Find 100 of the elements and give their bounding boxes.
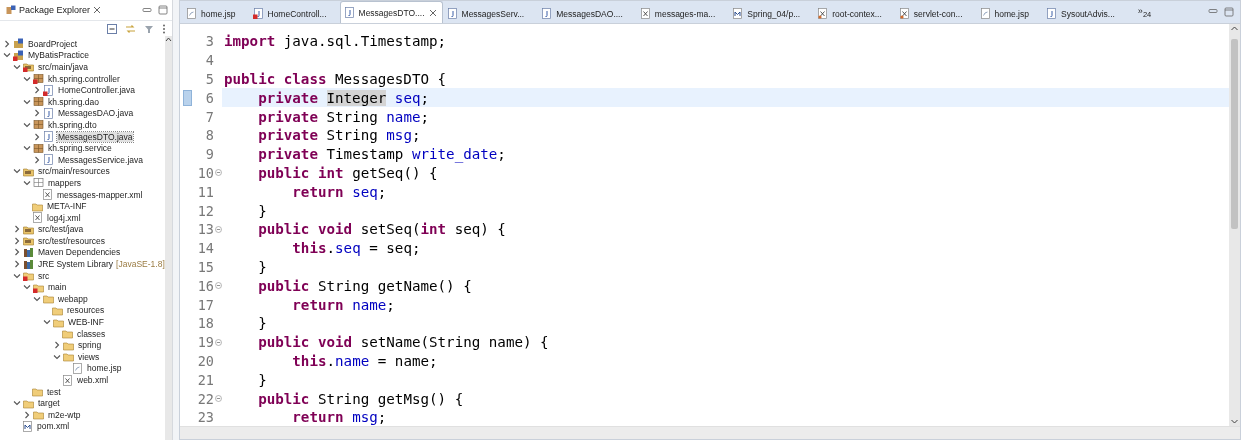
line-number: 5 xyxy=(204,71,214,87)
chevron-down-icon[interactable] xyxy=(43,318,51,327)
maximize-icon[interactable] xyxy=(158,5,168,15)
code-line: this.seq = seq; xyxy=(291,240,421,257)
filter-icon[interactable] xyxy=(144,23,154,34)
tree-item[interactable]: log4j.xml xyxy=(46,212,82,223)
tree-item[interactable]: m2e-wtp xyxy=(47,409,82,420)
java-file-icon xyxy=(541,8,553,19)
tree-item[interactable]: mappers xyxy=(47,177,83,188)
chevron-right-icon[interactable] xyxy=(23,410,31,419)
chevron-right-icon[interactable] xyxy=(33,109,41,118)
menu-icon[interactable] xyxy=(162,23,166,34)
editor-tab[interactable]: HomeControll... xyxy=(248,3,340,23)
editor-tab[interactable]: home.jsp xyxy=(975,3,1042,23)
chevron-down-icon[interactable] xyxy=(23,120,31,129)
editor-tab[interactable]: SysoutAdvis... xyxy=(1042,3,1128,23)
tree-item[interactable]: spring xyxy=(77,340,103,351)
tree-item[interactable]: webapp xyxy=(57,293,89,304)
tree-item[interactable]: MyBatisPractice xyxy=(27,50,90,61)
scroll-down-icon[interactable] xyxy=(1230,417,1239,426)
xml-file-icon xyxy=(817,8,829,19)
chevron-right-icon[interactable] xyxy=(13,225,21,234)
tree-item[interactable]: BoardProject xyxy=(27,38,79,49)
code-line: public class MessagesDTO { xyxy=(224,71,447,87)
minimize-icon[interactable] xyxy=(142,6,152,14)
editor-tab[interactable]: servlet-con... xyxy=(894,3,976,23)
java-file-icon xyxy=(252,8,264,19)
chevron-down-icon[interactable] xyxy=(13,399,21,408)
tree-item[interactable]: kh.spring.controller xyxy=(47,73,121,84)
tree-item[interactable]: messages-mapper.xml xyxy=(56,189,144,200)
maximize-icon[interactable] xyxy=(1224,7,1234,17)
chevron-down-icon[interactable] xyxy=(23,97,31,106)
tree-item[interactable]: MessagesDTO.java xyxy=(57,131,134,142)
editor-tab[interactable]: messages-ma... xyxy=(635,3,729,23)
close-icon[interactable] xyxy=(428,8,437,17)
chevron-down-icon[interactable] xyxy=(53,352,61,361)
tree-item[interactable]: kh.spring.dao xyxy=(47,96,101,107)
chevron-down-icon[interactable] xyxy=(3,51,11,60)
chevron-down-icon[interactable] xyxy=(23,283,31,292)
tree-item[interactable]: JRE System Library xyxy=(37,259,115,270)
tree-item[interactable]: classes xyxy=(76,328,107,339)
tree-item[interactable]: test xyxy=(46,386,62,397)
collapse-all-icon[interactable] xyxy=(107,23,117,34)
editor-tab[interactable]: MessagesDAO.... xyxy=(537,3,636,23)
scroll-up-icon[interactable] xyxy=(165,36,172,43)
tree-item[interactable]: target xyxy=(37,398,61,409)
tree-item[interactable]: views xyxy=(77,351,101,362)
editor-tab[interactable]: MessagesDTO.... xyxy=(339,1,443,23)
chevron-down-icon[interactable] xyxy=(33,294,41,303)
editor-tab[interactable]: home.jsp xyxy=(182,3,249,23)
chevron-down-icon[interactable] xyxy=(23,74,31,83)
tree-item[interactable]: web.xml xyxy=(76,375,110,385)
line-number: 11 xyxy=(196,183,214,200)
scrollbar-thumb[interactable] xyxy=(1230,39,1239,229)
tree-item[interactable]: src/main/java xyxy=(37,62,90,72)
code-line: } xyxy=(257,315,267,332)
chevron-down-icon[interactable] xyxy=(13,167,21,176)
chevron-right-icon[interactable] xyxy=(33,155,41,164)
collapse-icon[interactable] xyxy=(214,282,222,290)
line-number: 18 xyxy=(196,315,214,332)
tree-item[interactable]: MessagesService.java xyxy=(57,154,145,165)
chevron-down-icon[interactable] xyxy=(23,144,31,153)
chevron-right-icon[interactable] xyxy=(13,248,21,257)
chevron-right-icon[interactable] xyxy=(53,341,61,350)
chevron-down-icon[interactable] xyxy=(13,271,21,280)
chevron-right-icon[interactable] xyxy=(13,260,21,269)
tree-item[interactable]: pom.xml xyxy=(36,421,71,432)
chevron-right-icon[interactable] xyxy=(3,39,11,48)
tree-item[interactable]: MessagesDAO.java xyxy=(57,108,135,119)
tree-item[interactable]: src/test/java xyxy=(37,224,85,235)
editor-tab[interactable]: Spring_04/p... xyxy=(728,3,814,23)
editor-tab[interactable]: root-contex... xyxy=(813,3,895,23)
close-icon[interactable] xyxy=(93,6,102,14)
chevron-right-icon[interactable] xyxy=(33,86,41,95)
collapse-icon[interactable] xyxy=(214,169,222,177)
tree-item[interactable]: src xyxy=(37,270,51,281)
line-number: 13 xyxy=(196,221,214,238)
more-tabs-button[interactable]: »$_{24}$ xyxy=(1137,5,1152,19)
collapse-icon[interactable] xyxy=(214,225,222,233)
tree-item[interactable]: WEB-INF xyxy=(67,317,105,328)
editor-tab[interactable]: MessagesServ... xyxy=(442,3,538,23)
chevron-right-icon[interactable] xyxy=(33,132,41,141)
chevron-down-icon[interactable] xyxy=(23,178,31,187)
tree-item[interactable]: src/main/resources xyxy=(37,166,111,177)
chevron-down-icon[interactable] xyxy=(13,63,21,71)
tree-item[interactable]: resources xyxy=(66,305,106,316)
tree-item[interactable]: kh.spring.service xyxy=(47,143,113,154)
tree-item[interactable]: kh.spring.dto xyxy=(47,119,98,130)
tree-item[interactable]: home.jsp xyxy=(86,363,123,374)
code-line: public int getSeq() { xyxy=(257,164,438,181)
minimize-icon[interactable] xyxy=(1208,7,1218,15)
collapse-icon[interactable] xyxy=(214,395,222,403)
chevron-right-icon[interactable] xyxy=(13,236,21,245)
view-title[interactable]: Package Explorer xyxy=(19,5,91,15)
collapse-icon[interactable] xyxy=(214,338,222,346)
tree-item[interactable]: Maven Dependencies xyxy=(37,247,122,258)
tree-item[interactable]: main xyxy=(47,282,68,293)
tree-item[interactable]: META-INF xyxy=(46,201,88,212)
tree-item[interactable]: HomeController.java xyxy=(57,85,136,96)
tree-item[interactable]: src/test/resources xyxy=(37,235,107,246)
